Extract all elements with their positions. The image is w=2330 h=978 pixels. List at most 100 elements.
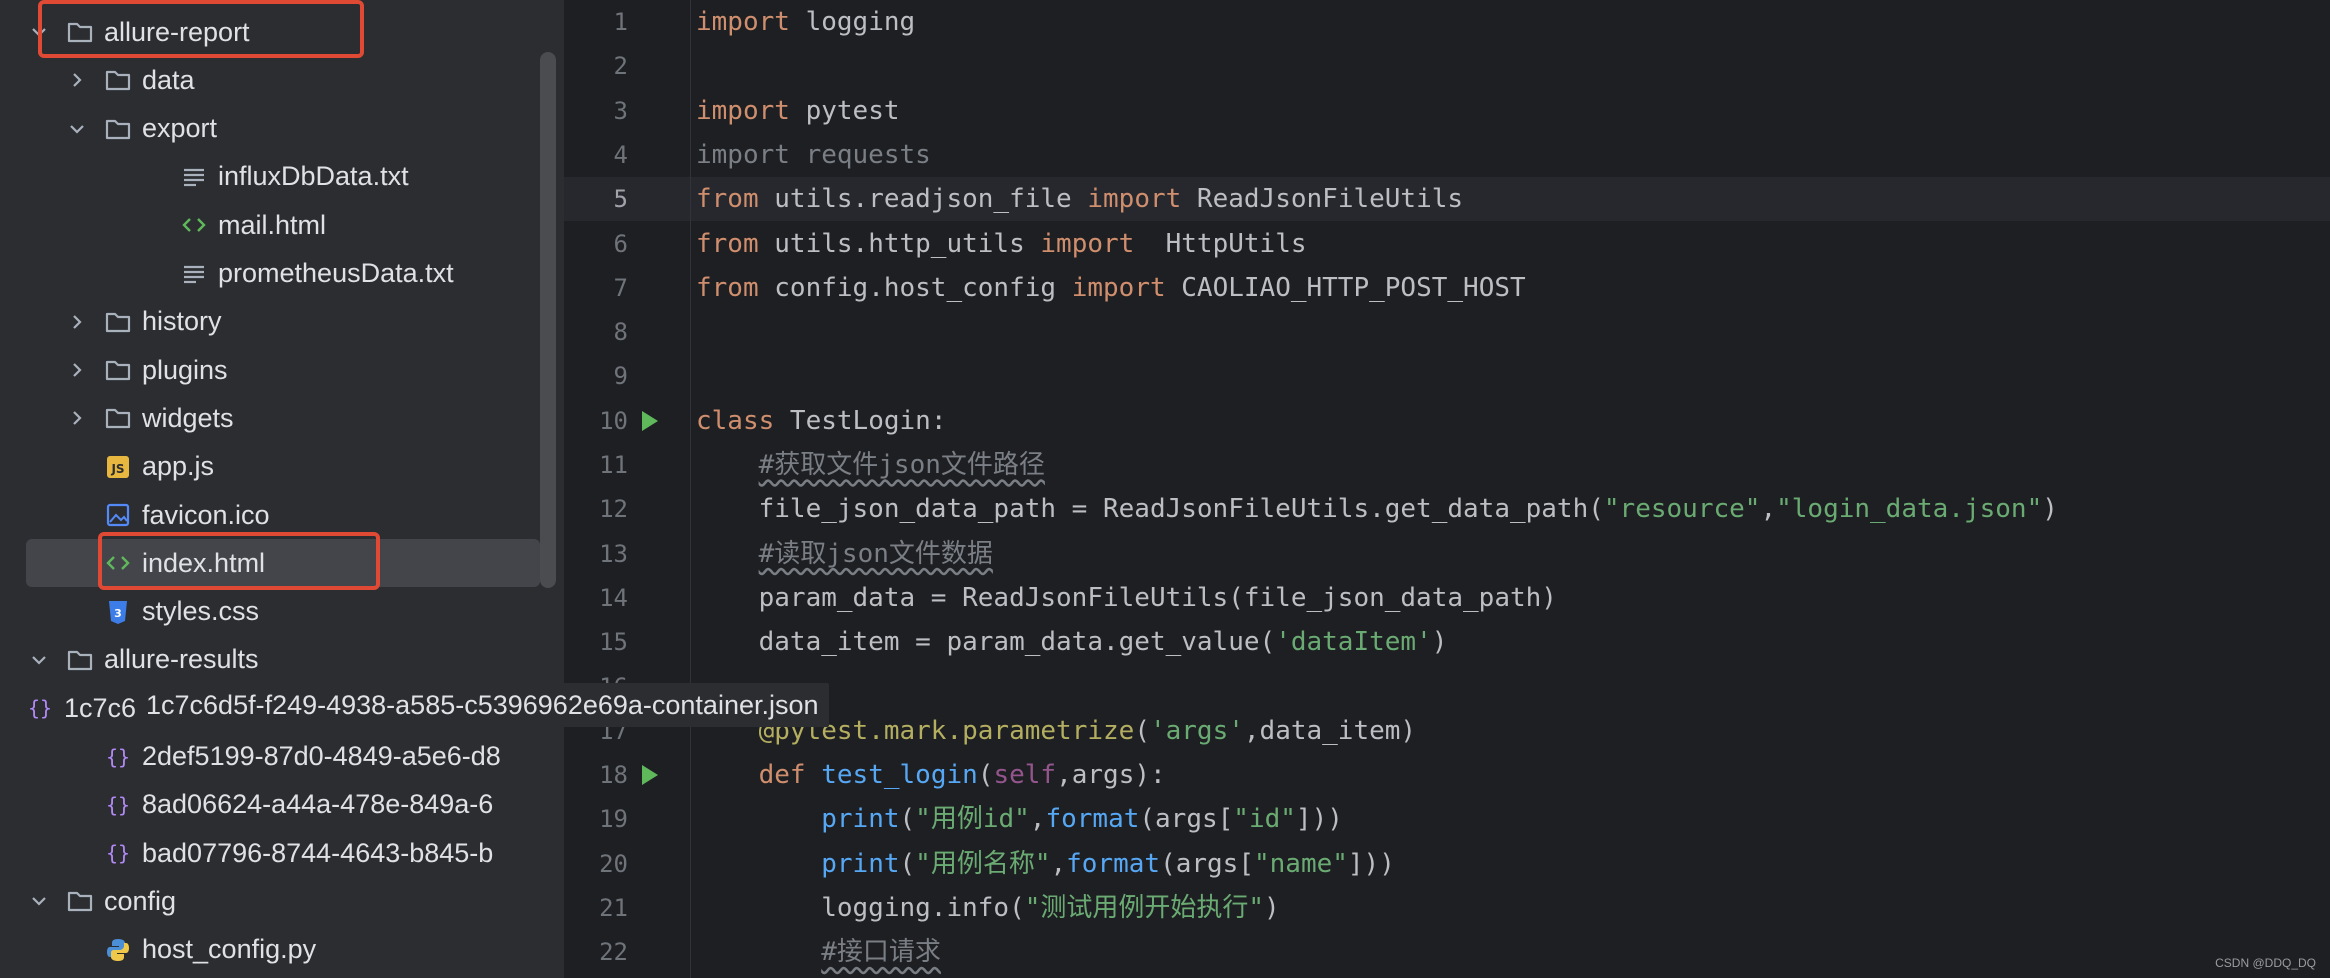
tree-item-history[interactable]: history (0, 298, 564, 346)
line-number: 5 (613, 185, 628, 214)
tree-item-label: mail.html (218, 209, 327, 240)
filename-tooltip: 1c7c6d5f-f249-4938-a585-c5396962e69a-con… (136, 683, 829, 727)
code-line[interactable]: 11 #获取文件json文件路径 (564, 443, 2330, 487)
tree-item-index-html[interactable]: index.html (26, 539, 540, 588)
svg-text:{}: {} (106, 841, 130, 865)
code-line[interactable]: 14 param_data = ReadJsonFileUtils(file_j… (564, 576, 2330, 620)
code-line[interactable]: 7 from config.host_config import CAOLIAO_… (564, 266, 2330, 310)
chevron-right-icon[interactable] (64, 405, 90, 431)
tree-item-2def5199-87d0-4849-a5e6-d8[interactable]: {} 2def5199-87d0-4849-a5e6-d8 (0, 733, 564, 781)
run-gutter-icon[interactable] (642, 765, 658, 786)
code-text: print("用例名称",format(args["name"])) (821, 848, 1395, 879)
code-line[interactable]: 17 @pytest.mark.parametrize('args',data_… (564, 709, 2330, 753)
tree-item-favicon-ico[interactable]: favicon.ico (0, 491, 564, 539)
tree-item-data[interactable]: data (0, 56, 564, 104)
tree-item-styles-css[interactable]: 3 styles.css (0, 588, 564, 636)
line-number: 14 (599, 583, 628, 612)
svg-text:JS: JS (110, 462, 124, 476)
code-line[interactable]: 2 (564, 44, 2330, 88)
code-line[interactable]: 22 #接口请求 (564, 930, 2330, 974)
tree-item-label: history (142, 306, 222, 337)
html-file-icon (180, 211, 208, 239)
code-line[interactable]: 21 logging.info("测试用例开始执行") (564, 886, 2330, 930)
tree-item-bad07796-8744-4643-b845-b[interactable]: {} bad07796-8744-4643-b845-b (0, 829, 564, 877)
tree-item-mail-html[interactable]: mail.html (0, 201, 564, 249)
code-line[interactable]: 6 from utils.http_utils import HttpUtils (564, 222, 2330, 266)
folder-icon (66, 887, 94, 915)
tree-item-label: allure-report (104, 16, 250, 47)
code-line[interactable]: 1 import logging (564, 0, 2330, 44)
tree-item-label: config (104, 885, 177, 916)
tree-item-allure-results[interactable]: allure-results (0, 636, 564, 684)
line-number: 21 (599, 894, 628, 922)
code-line[interactable]: 10 class TestLogin: (564, 399, 2330, 443)
tree-item-label: app.js (142, 451, 215, 482)
code-line[interactable]: 19 print("用例id",format(args["id"])) (564, 797, 2330, 841)
code-text: import requests (696, 139, 931, 170)
code-text: from utils.readjson_file import ReadJson… (696, 184, 1464, 215)
line-number: 18 (599, 761, 628, 790)
line-number: 2 (613, 52, 628, 81)
code-text: def test_login(self,args): (758, 760, 1166, 791)
code-line[interactable]: 16 (564, 665, 2330, 709)
code-line[interactable]: 8 (564, 310, 2330, 354)
html-file-icon (104, 549, 132, 577)
code-editor[interactable]: 1 import logging 2 3 import pytest 4 import re… (564, 0, 2330, 978)
code-line[interactable]: 20 print("用例名称",format(args["name"])) (564, 842, 2330, 886)
folder-icon (104, 404, 132, 432)
sidebar-scrollbar[interactable] (540, 52, 556, 588)
folder-icon (66, 646, 94, 674)
css-file-icon: 3 (104, 598, 132, 626)
line-number: 13 (599, 539, 628, 568)
chevron-down-icon[interactable] (26, 888, 52, 914)
line-number: 12 (599, 495, 628, 524)
line-number: 19 (599, 805, 628, 834)
chevron-right-icon[interactable] (64, 357, 90, 383)
chevron-down-icon[interactable] (26, 647, 52, 673)
text-file-icon (180, 260, 208, 288)
run-gutter-icon[interactable] (642, 410, 658, 431)
folder-icon (66, 18, 94, 46)
code-line[interactable]: 18 def test_login(self,args): (564, 753, 2330, 797)
line-number: 22 (599, 938, 628, 967)
code-line[interactable]: 5 from utils.readjson_file import ReadJso… (564, 177, 2330, 221)
json-file-icon: {} (104, 791, 132, 819)
tree-item-allure-report[interactable]: allure-report (0, 8, 564, 56)
tree-item-config[interactable]: config (0, 877, 564, 925)
tree-item-export[interactable]: export (0, 105, 564, 153)
code-line[interactable]: 4 import requests (564, 133, 2330, 177)
code-line[interactable]: 15 data_item = param_data.get_value('dat… (564, 620, 2330, 664)
code-line[interactable]: 12 file_json_data_path = ReadJsonFileUti… (564, 487, 2330, 531)
watermark: CSDN @DDQ_DQ (2215, 956, 2316, 970)
code-line[interactable]: 3 import pytest (564, 89, 2330, 133)
code-line[interactable]: 9 (564, 354, 2330, 398)
line-number: 15 (599, 628, 628, 657)
tree-item-plugins[interactable]: plugins (0, 346, 564, 394)
code-text: param_data = ReadJsonFileUtils(file_json… (696, 582, 1557, 613)
tree-item-widgets[interactable]: widgets (0, 394, 564, 442)
svg-text:3: 3 (114, 607, 122, 620)
tree-item-influxdbdata-txt[interactable]: influxDbData.txt (0, 153, 564, 201)
line-number: 4 (613, 140, 628, 169)
image-file-icon (104, 501, 132, 529)
chevron-down-icon[interactable] (64, 116, 90, 142)
tree-item-app-js[interactable]: JS app.js (0, 443, 564, 491)
code-text: #读取json文件数据 (758, 538, 993, 569)
code-text: class TestLogin: (696, 405, 947, 436)
line-number: 8 (613, 318, 628, 347)
js-file-icon: JS (104, 453, 132, 481)
chevron-right-icon[interactable] (64, 67, 90, 93)
tree-item-host-config-py[interactable]: host_config.py (0, 926, 564, 974)
chevron-down-icon[interactable] (26, 19, 52, 45)
tree-item-8ad06624-a44a-478e-849a-6[interactable]: {} 8ad06624-a44a-478e-849a-6 (0, 781, 564, 829)
chevron-right-icon[interactable] (64, 309, 90, 335)
tree-item-prometheusdata-txt[interactable]: prometheusData.txt (0, 250, 564, 298)
code-line[interactable]: 13 #读取json文件数据 (564, 532, 2330, 576)
folder-icon (104, 115, 132, 143)
tree-item-label: allure-results (104, 644, 259, 675)
